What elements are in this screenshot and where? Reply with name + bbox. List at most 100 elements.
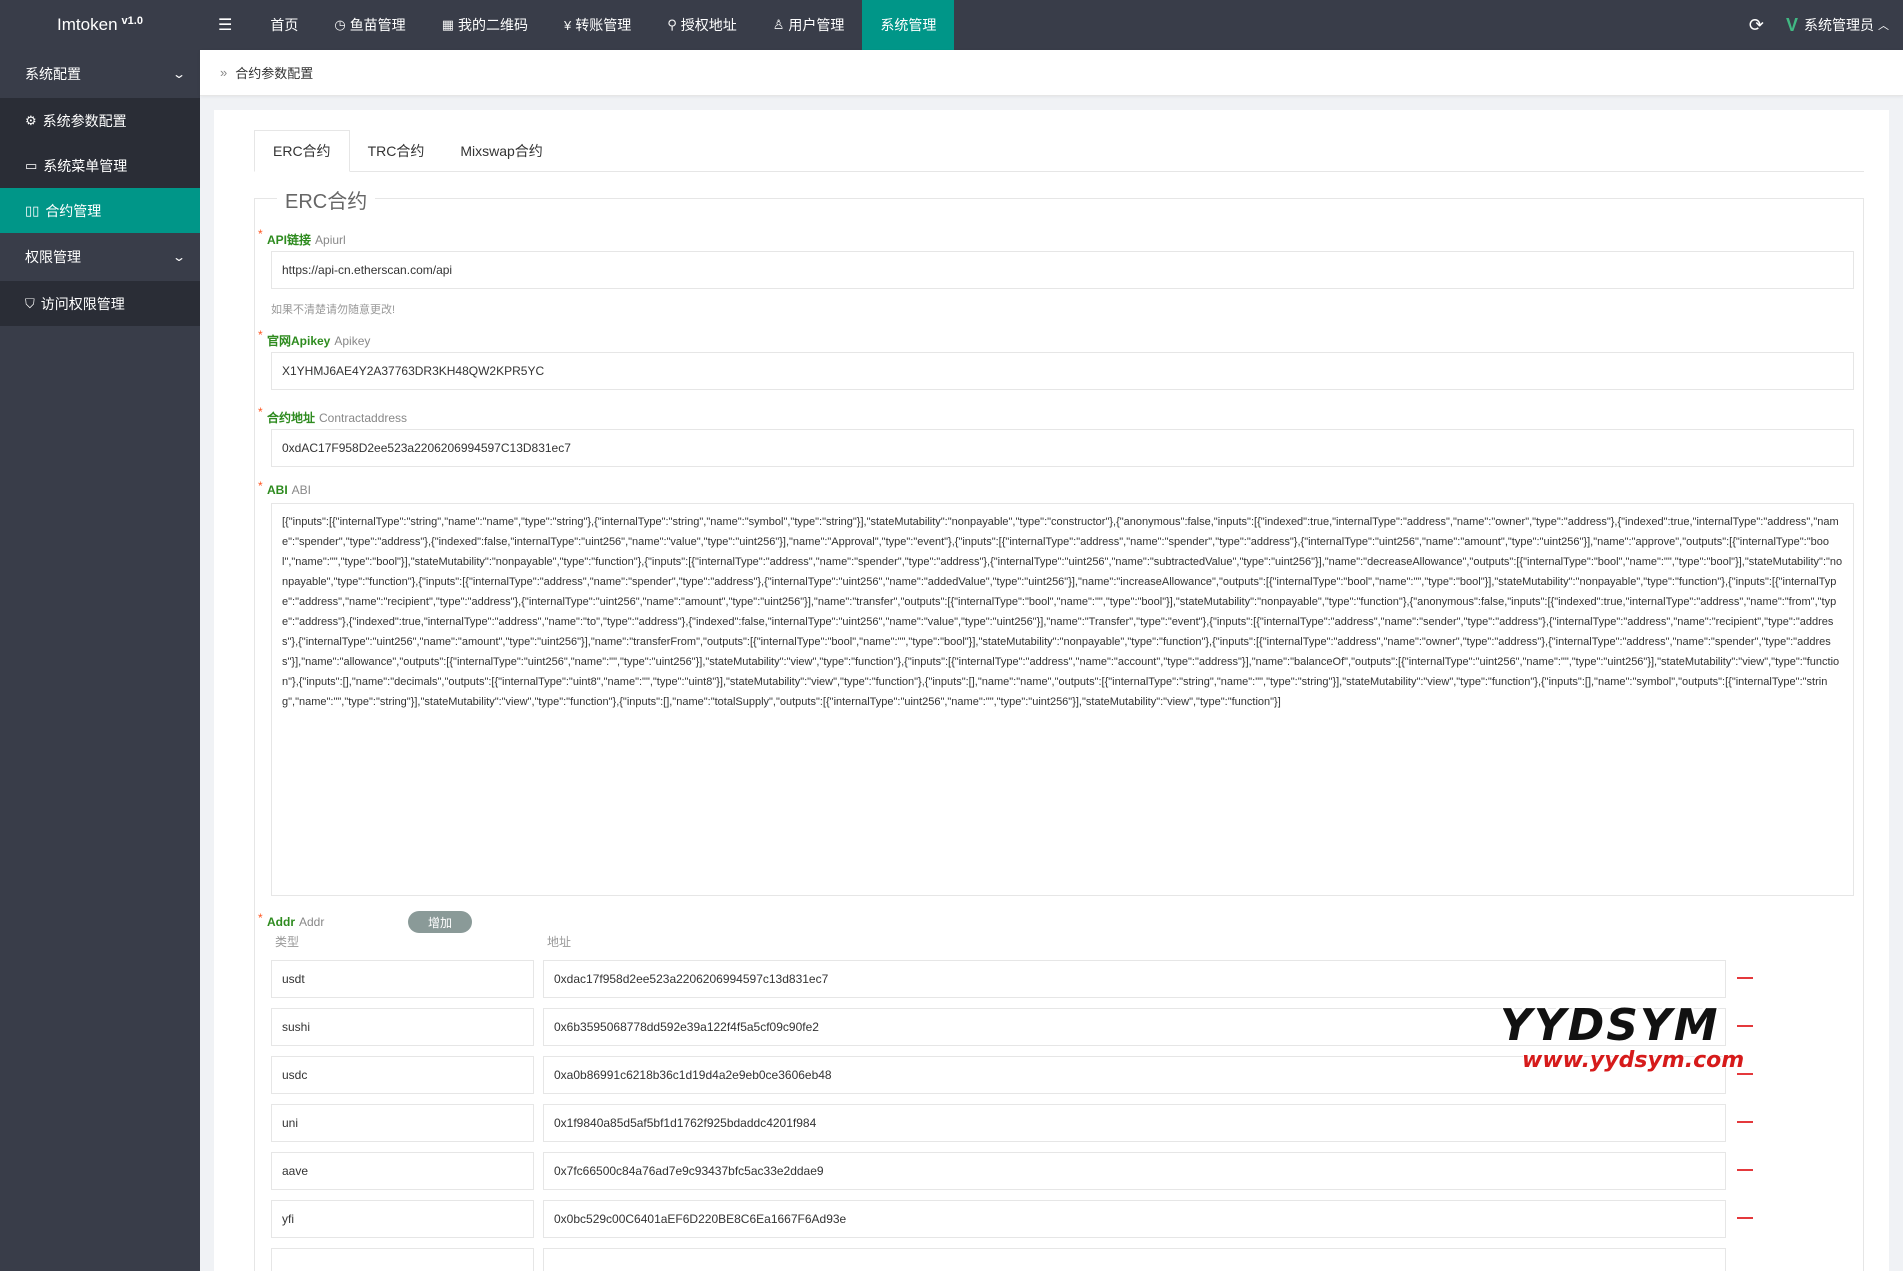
required-mark: * [258, 911, 263, 925]
addr-label: * Addr Addr [258, 911, 325, 929]
address-input[interactable] [543, 1248, 1726, 1271]
window-icon: ▭ [25, 157, 38, 173]
api-url-input[interactable]: https://api-cn.etherscan.com/api [271, 251, 1854, 289]
remove-row-icon[interactable] [1737, 1073, 1753, 1075]
user-menu[interactable]: V 系统管理员 ︿ [1786, 15, 1903, 36]
address-input[interactable]: 0xa0b86991c6218b36c1d19d4a2e9eb0ce3606eb… [543, 1056, 1726, 1094]
sidebar-item-label: 系统菜单管理 [43, 157, 128, 174]
menu-toggle-icon[interactable]: ☰ [200, 0, 252, 50]
field-name: Addr [267, 915, 295, 929]
abi-label: * ABI ABI [258, 479, 312, 497]
field-sub: Contractaddress [319, 411, 408, 425]
contract-tabs: ERC合约 TRC合约 Mixswap合约 [254, 130, 1864, 172]
nav-label: 系统管理 [880, 17, 937, 33]
app-title: Imtoken [57, 15, 118, 34]
type-input[interactable] [271, 1248, 534, 1271]
sidebar-group-system-config[interactable]: 系统配置 ⌄ [0, 50, 200, 98]
qrcode-icon: ▦ [441, 17, 454, 32]
field-sub: Addr [299, 915, 325, 929]
column-header-address: 地址 [547, 935, 572, 949]
top-navbar: Imtoken v1.0 ☰ 首页 ◷ 鱼苗管理 ▦ 我的二维码 ¥ 转账管理 ⚲ 授权地… [0, 0, 1903, 50]
remove-row-icon[interactable] [1737, 1169, 1753, 1171]
remove-row-icon[interactable] [1737, 977, 1753, 979]
user-name: 系统管理员 [1804, 17, 1874, 33]
nav-item-home[interactable]: 首页 [252, 0, 316, 50]
sidebar-item-contract[interactable]: ▯▯ 合约管理 [0, 188, 200, 233]
sidebar: 系统配置 ⌄ ⚙ 系统参数配置 ▭ 系统菜单管理 ▯▯ 合约管理 权限管理 ⌄ … [0, 50, 200, 1271]
address-row [271, 1248, 1854, 1271]
add-address-button[interactable]: 增加 [408, 911, 472, 933]
type-input[interactable]: sushi [271, 1008, 534, 1046]
nav-item-fry[interactable]: ◷ 鱼苗管理 [316, 0, 423, 50]
nav-label: 首页 [270, 17, 299, 33]
type-input[interactable]: usdt [271, 960, 534, 998]
contract-label: * 合约地址 Contractaddress [258, 405, 408, 426]
sidebar-item-label: 系统参数配置 [42, 112, 127, 129]
address-row: uni 0x1f9840a85d5af5bf1d1762f925bdaddc42… [271, 1104, 1854, 1142]
nav-item-auth-address[interactable]: ⚲ 授权地址 [649, 0, 755, 50]
address-row: aave 0x7fc66500c84a76ad7e9c93437bfc5ac33… [271, 1152, 1854, 1190]
apikey-label: * 官网Apikey Apikey [258, 328, 371, 349]
sidebar-item-system-params[interactable]: ⚙ 系统参数配置 [0, 98, 200, 143]
tab-erc[interactable]: ERC合约 [254, 130, 350, 172]
content-card: ERC合约 TRC合约 Mixswap合约 ERC合约 * API链接 Apiur… [214, 110, 1889, 1271]
sidebar-item-label: 访问权限管理 [40, 295, 125, 312]
remove-row-icon[interactable] [1737, 1217, 1753, 1219]
type-input[interactable]: usdc [271, 1056, 534, 1094]
main-nav: ☰ 首页 ◷ 鱼苗管理 ▦ 我的二维码 ¥ 转账管理 ⚲ 授权地址 ♙ 用户管理 系统管理 [200, 0, 955, 50]
nav-item-qrcode[interactable]: ▦ 我的二维码 [424, 0, 546, 50]
required-mark: * [258, 328, 263, 342]
nav-item-transfer[interactable]: ¥ 转账管理 [546, 0, 649, 50]
type-input[interactable]: yfi [271, 1200, 534, 1238]
refresh-icon[interactable]: ⟳ [1727, 15, 1786, 36]
tab-mixswap[interactable]: Mixswap合约 [442, 130, 560, 172]
nav-item-system[interactable]: 系统管理 [862, 0, 955, 50]
field-name: API链接 [267, 233, 312, 247]
required-mark: * [258, 479, 263, 493]
field-sub: ABI [291, 483, 312, 497]
sidebar-item-access[interactable]: ⛉ 访问权限管理 [0, 281, 200, 326]
field-sub: Apiurl [315, 233, 346, 247]
address-input[interactable]: 0x1f9840a85d5af5bf1d1762f925bdaddc4201f9… [543, 1104, 1726, 1142]
apikey-input[interactable]: X1YHMJ6AE4Y2A37763DR3KH48QW2KPR5YC [271, 352, 1854, 390]
clock-icon: ◷ [334, 17, 346, 32]
field-name: 官网Apikey [267, 334, 331, 348]
user-icon: ♙ [772, 17, 785, 32]
fieldset-legend: ERC合约 [277, 185, 376, 214]
double-chevron-right-icon: » [220, 65, 228, 80]
remove-row-icon[interactable] [1737, 1025, 1753, 1027]
column-header-type: 类型 [275, 935, 300, 949]
required-mark: * [258, 227, 263, 241]
type-input[interactable]: uni [271, 1104, 534, 1142]
type-input[interactable]: aave [271, 1152, 534, 1190]
nav-label: 我的二维码 [457, 17, 528, 33]
chevron-up-icon: ︿ [1878, 20, 1889, 32]
breadcrumb: » 合约参数配置 [200, 50, 1903, 96]
address-input[interactable]: 0x0bc529c00C6401aEF6D220BE8C6Ea1667F6Ad9… [543, 1200, 1726, 1238]
address-input[interactable]: 0xdac17f958d2ee523a2206206994597c13d831e… [543, 960, 1726, 998]
abi-textarea[interactable]: [{"inputs":[{"internalType":"string","na… [271, 503, 1854, 896]
shield-icon: ⛉ [25, 295, 35, 311]
remove-row-icon[interactable] [1737, 1121, 1753, 1123]
nav-label: 用户管理 [788, 17, 845, 33]
vue-logo-icon: V [1785, 14, 1798, 35]
sidebar-group-permission[interactable]: 权限管理 ⌄ [0, 233, 200, 281]
sidebar-item-label: 合约管理 [45, 202, 102, 219]
api-label: * API链接 Apiurl [258, 227, 346, 248]
breadcrumb-current: 合约参数配置 [235, 66, 314, 81]
address-input[interactable]: 0x6b3595068778dd592e39a122f4f5a5cf09c90f… [543, 1008, 1726, 1046]
tab-trc[interactable]: TRC合约 [350, 130, 443, 172]
top-right: ⟳ V 系统管理员 ︿ [1727, 0, 1903, 50]
app-logo[interactable]: Imtoken v1.0 [0, 0, 200, 50]
nav-label: 转账管理 [575, 17, 632, 33]
nav-item-users[interactable]: ♙ 用户管理 [755, 0, 863, 50]
pin-icon: ⚲ [667, 17, 677, 32]
field-sub: Apikey [334, 334, 371, 348]
chevron-down-icon: ⌄ [171, 67, 187, 81]
sidebar-group-label: 系统配置 [25, 66, 81, 82]
sidebar-item-system-menu[interactable]: ▭ 系统菜单管理 [0, 143, 200, 188]
contract-address-input[interactable]: 0xdAC17F958D2ee523a2206206994597C13D831e… [271, 429, 1854, 467]
field-name: 合约地址 [267, 411, 316, 425]
columns-icon: ▯▯ [25, 202, 40, 218]
address-input[interactable]: 0x7fc66500c84a76ad7e9c93437bfc5ac33e2dda… [543, 1152, 1726, 1190]
